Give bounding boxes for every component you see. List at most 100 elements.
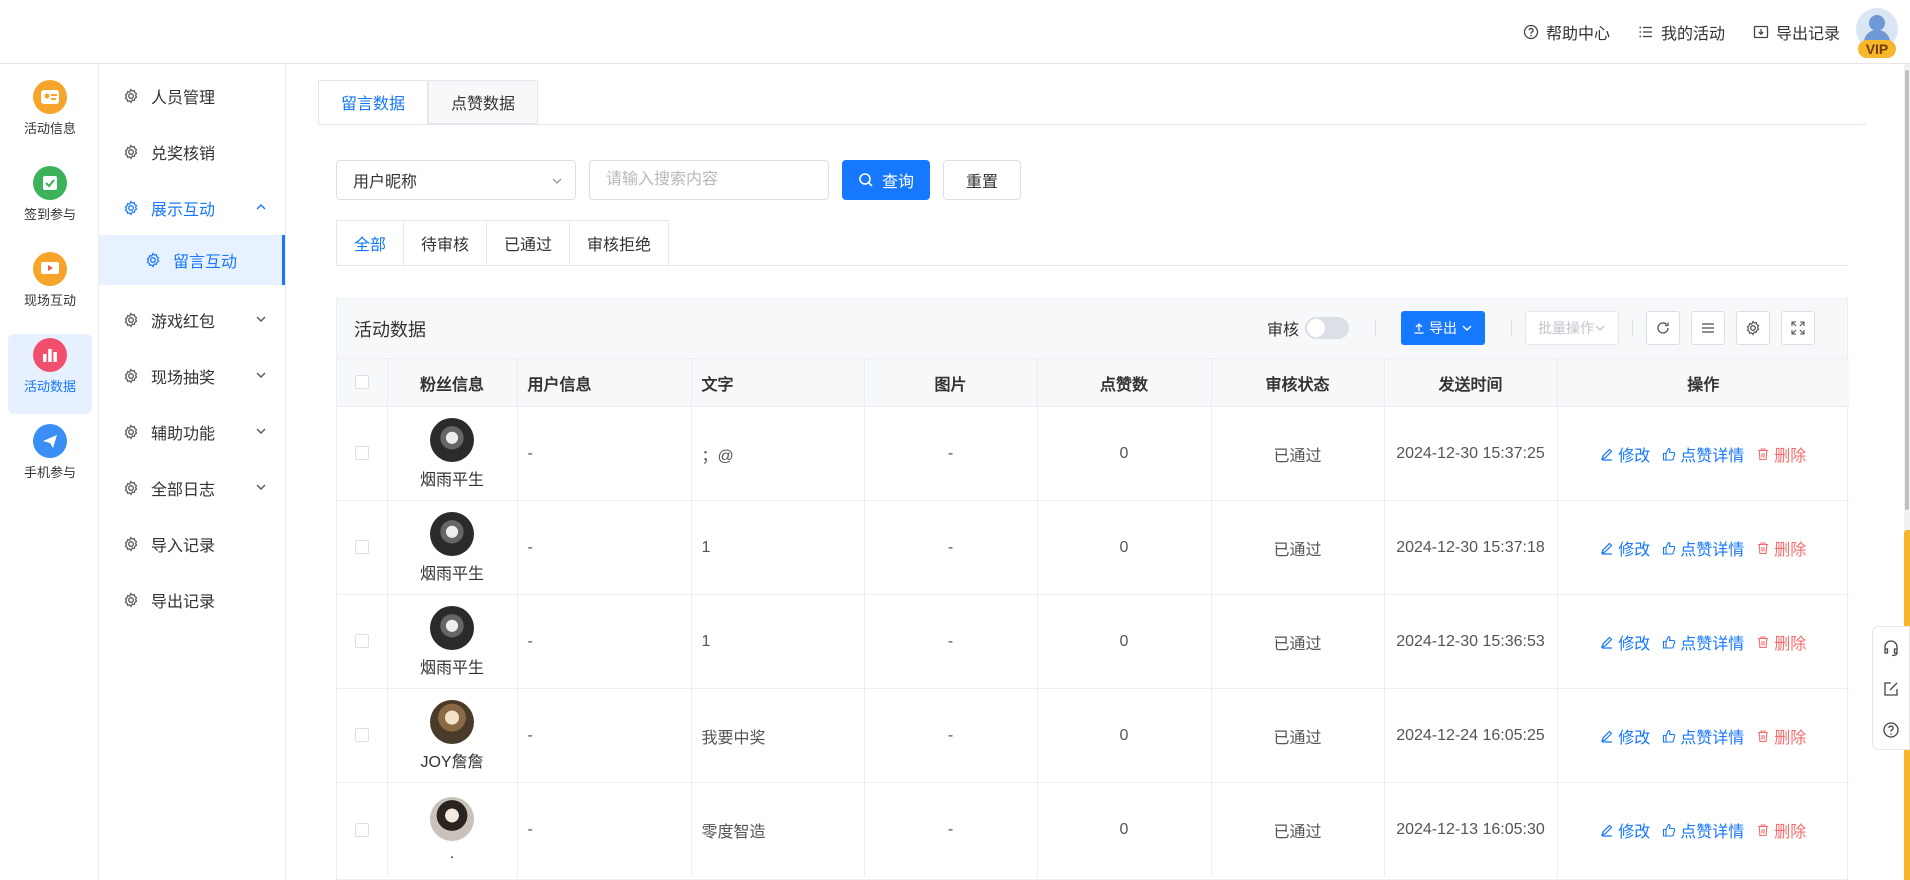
submenu-item-display[interactable]: 展示互动 [99,184,285,232]
tab-all[interactable]: 全部 [336,220,405,266]
header-select [337,358,388,407]
select-all-checkbox[interactable] [354,375,369,390]
edit-button[interactable]: 修改 [1600,442,1650,466]
like-detail-button[interactable]: 点赞详情 [1662,536,1744,560]
upload-icon [1414,323,1424,334]
rail-item-live-interact[interactable]: 现场互动 [8,248,92,328]
gear-icon [124,424,138,440]
help-button[interactable] [1873,709,1909,750]
delete-button[interactable]: 删除 [1756,818,1806,842]
tab-message-data[interactable]: 留言数据 [318,80,429,124]
delete-label: 删除 [1774,447,1807,465]
refresh-button[interactable] [1646,311,1680,345]
refresh-icon [1657,322,1669,334]
rail-label: 活动信息 [23,121,76,136]
checkin-icon [33,166,67,200]
cell-likes: 0 [1037,500,1212,595]
query-label: 查询 [882,174,915,191]
edit-button[interactable]: 修改 [1600,536,1650,560]
gear-icon [124,312,138,328]
cell-image: - [864,594,1038,689]
submenu-label: 导出记录 [151,594,216,611]
edit-icon [1601,448,1613,461]
like-detail-button[interactable]: 点赞详情 [1662,630,1744,654]
select-value: 用户昵称 [353,174,418,191]
submenu-item-game[interactable]: 游戏红包 [99,296,285,344]
export-records-link[interactable]: 导出记录 [1753,20,1840,44]
rail-item-activity-info[interactable]: 活动信息 [8,76,92,156]
query-button[interactable]: 查询 [842,160,931,200]
cell-status: 已通过 [1211,688,1385,783]
submenu-label: 游戏红包 [151,314,216,331]
cell-user: - [517,688,692,783]
like-detail-button[interactable]: 点赞详情 [1662,724,1744,748]
row-checkbox[interactable] [354,540,369,555]
tab-pending[interactable]: 待审核 [403,220,488,266]
delete-button[interactable]: 删除 [1756,630,1806,654]
export-records-label: 导出记录 [1775,26,1840,43]
row-checkbox[interactable] [354,728,369,743]
submenu-item-exports[interactable]: 导出记录 [99,576,285,624]
submenu-item-lottery[interactable]: 现场抽奖 [99,352,285,400]
export-button[interactable]: 导出 [1401,311,1485,345]
search-icon [859,173,873,187]
customer-service-button[interactable] [1873,627,1909,668]
like-detail-button[interactable]: 点赞详情 [1662,442,1744,466]
audit-toggle[interactable] [1305,317,1349,339]
fullscreen-button[interactable] [1781,311,1815,345]
edit-button[interactable]: 修改 [1600,630,1650,654]
tab-likes-data[interactable]: 点赞数据 [428,80,539,124]
cell-text: 1 [691,500,865,595]
scrollbar-thumb[interactable] [1905,70,1909,510]
feedback-button[interactable] [1873,668,1909,709]
column-settings-button[interactable] [1736,311,1770,345]
submenu-label: 兑奖核销 [151,146,216,163]
search-input[interactable] [589,160,829,200]
fan-name: JOY詹詹 [420,753,484,771]
my-activities-link[interactable]: 我的活动 [1638,20,1725,44]
search-field-select[interactable]: 用户昵称 [336,160,576,200]
filter-bar: 用户昵称 查询 重置 [336,160,1022,200]
row-checkbox[interactable] [354,822,369,837]
rail-item-checkin[interactable]: 签到参与 [8,162,92,242]
delete-button[interactable]: 删除 [1756,536,1806,560]
reset-button[interactable]: 重置 [943,160,1022,200]
submenu-item-people[interactable]: 人员管理 [99,72,285,120]
audit-label: 审核 [1266,322,1299,339]
row-checkbox[interactable] [354,634,369,649]
submenu-item-assist[interactable]: 辅助功能 [99,408,285,456]
edit-icon [1601,730,1613,743]
trash-icon [1758,824,1769,836]
tab-rejected[interactable]: 审核拒绝 [569,220,670,266]
thumbs-up-icon [1663,541,1676,555]
thumbs-up-icon [1663,635,1676,649]
submenu-item-redeem[interactable]: 兑奖核销 [99,128,285,176]
rail-item-activity-data[interactable]: 活动数据 [8,334,92,414]
submenu-item-imports[interactable]: 导入记录 [99,520,285,568]
submenu-item-logs[interactable]: 全部日志 [99,464,285,512]
cell-likes: 0 [1037,782,1212,877]
edit-icon [1601,542,1613,555]
like-detail-label: 点赞详情 [1680,635,1745,653]
submenu-item-message[interactable]: 留言互动 [99,235,285,285]
rail-item-mobile-join[interactable]: 手机参与 [8,420,92,500]
fan-avatar [430,605,474,650]
delete-button[interactable]: 删除 [1756,724,1806,748]
tab-passed[interactable]: 已通过 [486,220,571,266]
panel-header: 活动数据 审核 导出 批量操作 [337,299,1847,358]
like-detail-button[interactable]: 点赞详情 [1662,818,1744,842]
edit-button[interactable]: 修改 [1600,724,1650,748]
cell-user: - [517,782,692,877]
help-center-link[interactable]: 帮助中心 [1523,20,1610,44]
delete-label: 删除 [1774,729,1807,747]
floating-toolbar [1872,626,1910,750]
edit-button[interactable]: 修改 [1600,818,1650,842]
user-avatar[interactable]: VIP [1856,8,1898,58]
density-button[interactable] [1691,311,1725,345]
delete-button[interactable]: 删除 [1756,442,1806,466]
edit-label: 修改 [1618,729,1651,747]
table-row: . - 零度智造 - 0 已通过 2024-12-13 16:05:30 修改 … [337,782,1849,877]
batch-ops-button[interactable]: 批量操作 [1525,311,1619,345]
fan-avatar [430,511,474,556]
row-checkbox[interactable] [354,446,369,461]
